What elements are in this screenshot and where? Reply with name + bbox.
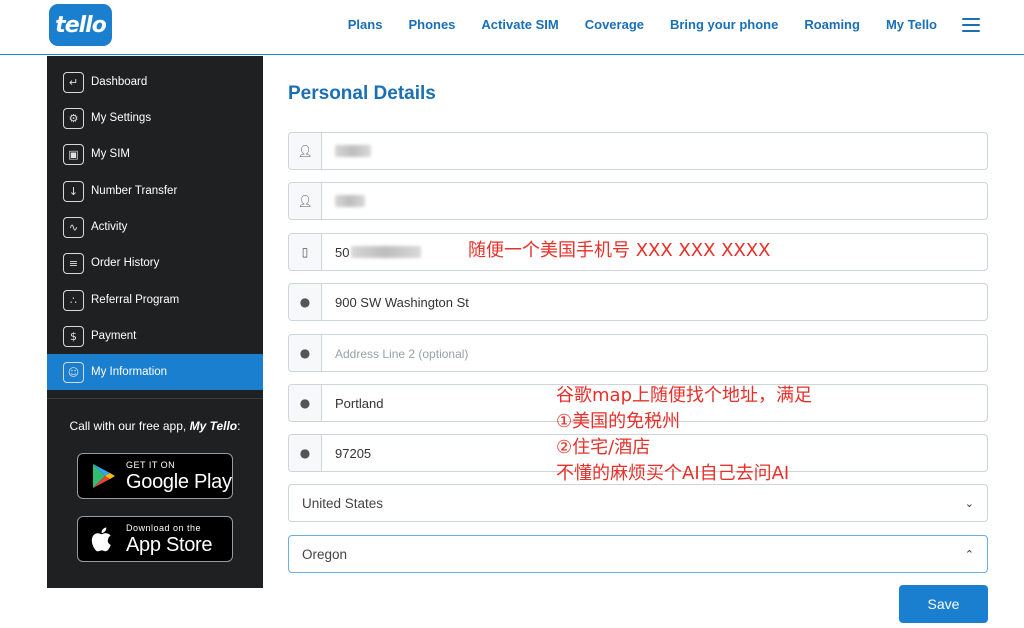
nav-plans[interactable]: Plans: [348, 17, 383, 32]
first-name-field[interactable]: 👤︎: [288, 132, 988, 170]
page-title: Personal Details: [288, 83, 436, 104]
app-brand-name: My Tello: [189, 419, 238, 433]
nav-my-tello[interactable]: My Tello: [886, 17, 937, 32]
phone-annotation: 随便一个美国手机号 XXX XXX XXXX: [468, 240, 771, 261]
address-annotation: 谷歌map上随便找个地址，满足 ①美国的免税州 ②住宅/酒店 不懂的麻烦买个AI…: [556, 383, 812, 487]
sidebar-item-label: My SIM: [91, 148, 130, 160]
location-pin-icon: ●: [289, 335, 322, 371]
person-icon: 👤︎: [289, 183, 322, 219]
account-sidebar: ↵ Dashboard ⚙ My Settings ▣ My SIM ↓ Num…: [47, 56, 263, 588]
google-play-small-text: GET IT ON: [126, 459, 176, 470]
address-note-line: ①美国的免税州: [556, 411, 681, 432]
sidebar-item-label: Dashboard: [91, 76, 148, 88]
nav-coverage[interactable]: Coverage: [585, 17, 644, 32]
app-store-button[interactable]: Download on the App Store: [77, 516, 233, 562]
sidebar-item-dashboard[interactable]: ↵ Dashboard: [47, 64, 263, 100]
sidebar-item-label: Referral Program: [91, 294, 180, 306]
redacted-last-name: [335, 195, 365, 207]
address-note-line: ②住宅/酒店: [556, 437, 651, 458]
country-select[interactable]: United States ⌄: [288, 484, 988, 522]
activity-icon: ∿: [63, 216, 84, 238]
state-value: Oregon: [302, 546, 348, 562]
main-nav: Plans Phones Activate SIM Coverage Bring…: [322, 17, 937, 32]
settings-icon: ⚙: [63, 107, 84, 129]
sidebar-item-label: Activity: [91, 221, 128, 233]
person-icon: 👤︎: [289, 133, 322, 169]
apple-icon: [91, 527, 111, 552]
sidebar-item-activity[interactable]: ∿ Activity: [47, 209, 263, 245]
address-line-2-input[interactable]: [322, 335, 987, 371]
google-play-icon: [93, 464, 115, 488]
address-line-1-field[interactable]: ●: [288, 283, 988, 321]
dashboard-icon: ↵: [63, 71, 84, 93]
order-history-icon: ≡: [63, 252, 84, 274]
sidebar-item-my-settings[interactable]: ⚙ My Settings: [47, 100, 263, 136]
address-note-line: 谷歌map上随便找个地址，满足: [556, 385, 812, 406]
redacted-first-name: [335, 145, 371, 157]
google-play-button[interactable]: GET IT ON Google Play: [77, 453, 233, 499]
sidebar-item-label: My Information: [91, 366, 168, 378]
sidebar-divider: [47, 398, 263, 399]
location-pin-icon: ●: [289, 435, 322, 471]
sim-icon: ▣: [63, 143, 84, 165]
country-value: United States: [302, 495, 384, 511]
nav-bring-your-phone[interactable]: Bring your phone: [670, 17, 778, 32]
app-store-big-text: App Store: [126, 533, 213, 556]
location-pin-icon: ●: [289, 284, 322, 320]
sidebar-item-payment[interactable]: $ Payment: [47, 318, 263, 354]
top-header: tello Plans Phones Activate SIM Coverage…: [0, 0, 1024, 55]
app-store-small-text: Download on the: [126, 522, 202, 533]
number-transfer-icon: ↓: [63, 180, 84, 202]
address-line-2-field[interactable]: ●: [288, 334, 988, 372]
location-pin-icon: ●: [289, 385, 322, 421]
sidebar-item-label: My Settings: [91, 112, 152, 124]
sidebar-item-label: Order History: [91, 257, 160, 269]
save-button[interactable]: Save: [899, 585, 988, 623]
sidebar-item-referral-program[interactable]: ∴ Referral Program: [47, 282, 263, 318]
address-line-1-input[interactable]: [322, 284, 987, 320]
tello-logo[interactable]: tello: [49, 4, 112, 46]
sidebar-item-label: Payment: [91, 330, 137, 342]
nav-activate-sim[interactable]: Activate SIM: [481, 17, 558, 32]
chevron-down-icon: ⌄: [964, 496, 974, 510]
user-icon: ☺: [63, 361, 84, 383]
phone-prefix: 50: [335, 244, 350, 260]
sidebar-item-my-information[interactable]: ☺ My Information: [47, 354, 263, 390]
logo-text: tello: [55, 12, 107, 38]
google-play-big-text: Google Play: [126, 470, 232, 493]
app-promo-caption: Call with our free app, My Tello:: [69, 419, 241, 433]
referral-icon: ∴: [63, 289, 84, 311]
chevron-up-icon: ⌃: [964, 547, 974, 561]
state-select[interactable]: Oregon ⌃: [288, 535, 988, 573]
sidebar-item-label: Number Transfer: [91, 185, 178, 197]
last-name-field[interactable]: 👤︎: [288, 182, 988, 220]
nav-roaming[interactable]: Roaming: [804, 17, 860, 32]
sidebar-item-my-sim[interactable]: ▣ My SIM: [47, 136, 263, 172]
phone-icon: ▯: [289, 234, 322, 270]
sidebar-item-order-history[interactable]: ≡ Order History: [47, 245, 263, 281]
sidebar-item-number-transfer[interactable]: ↓ Number Transfer: [47, 173, 263, 209]
menu-icon[interactable]: [962, 18, 980, 32]
nav-phones[interactable]: Phones: [408, 17, 455, 32]
redacted-phone: [351, 246, 422, 258]
payment-icon: $: [63, 325, 84, 347]
